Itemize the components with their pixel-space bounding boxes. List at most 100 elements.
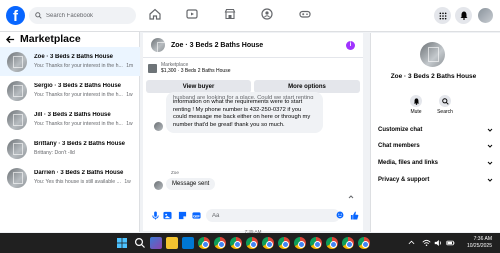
menu-button[interactable] — [434, 7, 451, 24]
conversation-item[interactable]: Jill · 3 Beds 2 Baths House You: Thanks … — [0, 105, 140, 134]
facebook-logo[interactable]: f — [6, 6, 25, 25]
composer: GIF — [143, 207, 363, 224]
conversation-name: Brittany · 3 Beds 2 Baths House — [34, 141, 126, 147]
collapse-arrow-icon[interactable] — [348, 194, 354, 200]
listing-thumbnail — [7, 80, 27, 101]
row-label: Chat members — [378, 143, 420, 149]
chevron-down-icon — [487, 128, 493, 132]
grid-menu-icon — [439, 12, 446, 19]
chrome-icon[interactable] — [358, 237, 370, 249]
volume-icon[interactable] — [434, 237, 443, 249]
message-input[interactable] — [206, 209, 340, 222]
sender-avatar — [154, 181, 163, 190]
conversation-preview: Brittany: Don't -lld — [34, 150, 75, 156]
sidebar-header: Marketplace — [6, 33, 81, 45]
info-icon[interactable]: i — [346, 41, 355, 50]
listing-thumbnail — [7, 138, 27, 159]
chrome-icon[interactable] — [342, 237, 354, 249]
mute-button[interactable]: Mute — [404, 95, 428, 115]
windows-start-icon[interactable] — [116, 237, 128, 249]
conversation-item[interactable]: Brittany · 3 Beds 2 Baths House Brittany… — [0, 134, 140, 163]
row-label: Media, files and links — [378, 160, 439, 166]
search-label: Search — [437, 109, 453, 115]
chat-header: Zoe · 3 Beds 2 Baths House i — [143, 33, 363, 58]
marketplace-icon[interactable] — [224, 8, 236, 20]
bell-icon — [460, 11, 467, 20]
row-label: Privacy & support — [378, 177, 430, 183]
task-view-icon[interactable] — [150, 237, 162, 249]
conversation-name: Darrien · 3 Beds 2 Baths House — [34, 170, 124, 176]
conversation-preview: You: Thanks for your interest in the h..… — [34, 92, 133, 98]
notifications-button[interactable] — [455, 7, 472, 24]
back-arrow-icon[interactable] — [6, 35, 15, 44]
message-line: renting ! My phone number is 432-250-037… — [173, 106, 302, 113]
conversation-name: Sergio · 3 Beds 2 Baths House — [34, 83, 122, 89]
chat-title[interactable]: Zoe · 3 Beds 2 Baths House — [171, 42, 263, 49]
listing-image — [148, 63, 157, 73]
sender-name: Zoe — [171, 170, 179, 175]
chat-avatar[interactable] — [151, 38, 165, 52]
chrome-icon[interactable] — [214, 237, 226, 249]
video-icon[interactable] — [186, 8, 198, 20]
listing-thumbnail — [7, 109, 27, 130]
emoji-icon[interactable] — [336, 211, 344, 219]
thumbs-up-icon[interactable] — [350, 211, 359, 220]
conversation-avatar — [420, 42, 445, 67]
chevron-up-icon[interactable] — [408, 237, 415, 249]
conversation-name: Jill · 3 Beds 2 Baths House — [34, 112, 111, 118]
gif-icon[interactable]: GIF — [192, 211, 201, 220]
system-clock[interactable]: 7:36 AM 10/25/2025 — [467, 236, 492, 250]
privacy-support-row[interactable]: Privacy & support — [378, 177, 493, 183]
clock-time: 7:36 AM — [473, 236, 492, 242]
gaming-icon[interactable] — [299, 8, 311, 20]
sticker-icon[interactable] — [178, 211, 187, 220]
profile-avatar[interactable] — [478, 8, 493, 23]
wifi-icon[interactable] — [422, 237, 431, 249]
battery-icon[interactable] — [446, 237, 455, 249]
media-files-links-row[interactable]: Media, files and links — [378, 160, 493, 166]
customize-chat-row[interactable]: Customize chat — [378, 127, 493, 133]
file-explorer-icon[interactable] — [166, 237, 178, 249]
chrome-icon[interactable] — [246, 237, 258, 249]
conversation-item[interactable]: Darrien · 3 Beds 2 Baths House You: Yes … — [0, 163, 140, 192]
listing-thumbnail — [7, 167, 27, 188]
search-box[interactable] — [29, 7, 136, 24]
conversation-item[interactable]: Zoe · 3 Beds 2 Baths House You: Thanks f… — [0, 47, 140, 76]
conversation-preview: You: Thanks for your interest in the h..… — [34, 63, 134, 69]
svg-text:GIF: GIF — [193, 213, 200, 218]
row-label: Customize chat — [378, 127, 423, 133]
listing-summary[interactable]: Marketplace $1,300 · 3 Beds 2 Baths Hous… — [148, 62, 358, 74]
chat-members-row[interactable]: Chat members — [378, 143, 493, 149]
microphone-icon[interactable] — [151, 211, 160, 220]
chat-panel: Zoe · 3 Beds 2 Baths House i Marketplace… — [143, 33, 363, 234]
chrome-icon[interactable] — [278, 237, 290, 249]
conversation-name: Zoe · 3 Beds 2 Baths House — [34, 54, 114, 60]
search-in-conversation-button[interactable]: Search — [433, 95, 457, 115]
chrome-icon[interactable] — [262, 237, 274, 249]
message-line: number that'd be great! thank you so muc… — [173, 121, 285, 128]
chrome-icon[interactable] — [310, 237, 322, 249]
chrome-icon[interactable] — [326, 237, 338, 249]
search-icon[interactable] — [134, 237, 146, 249]
chrome-icon[interactable] — [294, 237, 306, 249]
chevron-down-icon — [487, 178, 493, 182]
bell-icon — [413, 97, 419, 105]
search-input[interactable] — [46, 12, 136, 19]
mail-icon[interactable] — [182, 237, 194, 249]
incoming-message: husband are looking for a place. Could w… — [166, 92, 323, 134]
conversation-item[interactable]: Sergio · 3 Beds 2 Baths House You: Thank… — [0, 76, 140, 105]
message-line: could message me back either on here or … — [173, 114, 311, 121]
conversation-preview: You: Thanks for your interest in the h..… — [34, 121, 133, 127]
mute-label: Mute — [410, 109, 422, 115]
chrome-icon[interactable] — [198, 237, 210, 249]
groups-icon[interactable] — [261, 8, 273, 20]
listing-price: $1,300 · 3 Beds 2 Baths House — [161, 68, 231, 74]
windows-taskbar: 7:36 AM 10/25/2025 — [0, 233, 500, 253]
conversation-details-panel: Zoe · 3 Beds 2 Baths House Mute Search C… — [370, 33, 500, 232]
chrome-icon[interactable] — [230, 237, 242, 249]
top-bar: f — [0, 0, 500, 32]
marketplace-sidebar: Marketplace Zoe · 3 Beds 2 Baths House Y… — [0, 32, 140, 232]
chevron-down-icon — [487, 144, 493, 148]
home-icon[interactable] — [149, 8, 161, 20]
image-icon[interactable] — [163, 211, 172, 220]
